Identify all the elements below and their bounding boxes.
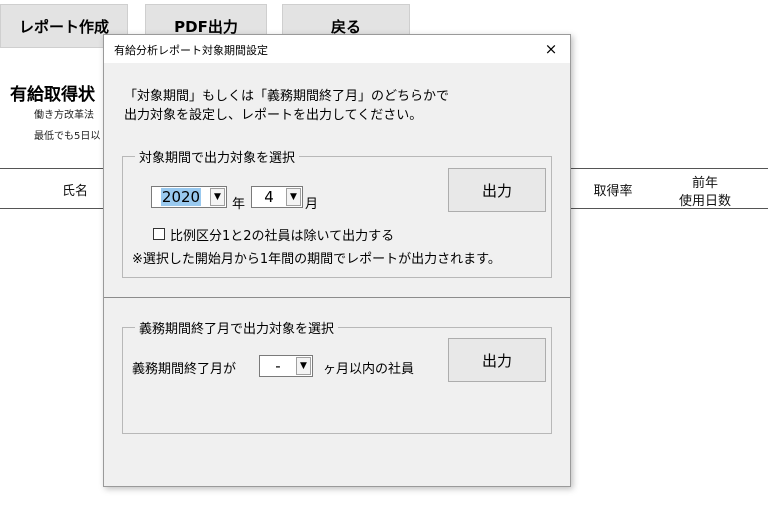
months-dropdown[interactable]: - ▼ [259, 355, 313, 377]
section-separator [104, 297, 570, 298]
column-header-prev-line2: 使用日数 [678, 194, 731, 209]
chevron-down-icon[interactable]: ▼ [210, 188, 225, 206]
sheet-note-1: 働き方改革法 [34, 110, 94, 121]
period-note: ※選択した開始月から1年間の期間でレポートが出力されます。 [132, 252, 501, 267]
dialog-title: 有給分析レポート対象期間設定 [114, 44, 268, 57]
sheet-note-2: 最低でも5日以 [34, 131, 101, 142]
month-value: 4 [264, 188, 274, 206]
month-unit: 月 [305, 197, 319, 212]
period-groupbox: 対象期間で出力対象を選択 2020 ▼ 年 4 ▼ 月 出力 比例区分1と2の社… [122, 147, 552, 278]
column-header-name: 氏名 [61, 184, 88, 199]
period-settings-dialog: 有給分析レポート対象期間設定 × 「対象期間」もしくは「義務期間終了月」のどちら… [103, 34, 571, 487]
months-value: - [275, 357, 281, 375]
year-unit: 年 [232, 197, 246, 212]
year-value: 2020 [160, 188, 202, 206]
period-group-label: 対象期間で出力対象を選択 [135, 147, 300, 166]
deadline-group-label: 義務期間終了月で出力対象を選択 [135, 318, 339, 337]
period-output-button[interactable]: 出力 [448, 168, 546, 212]
deadline-groupbox: 義務期間終了月で出力対象を選択 義務期間終了月が - ▼ ヶ月以内の社員 出力 [122, 318, 552, 434]
deadline-suffix-label: ヶ月以内の社員 [323, 362, 415, 377]
chevron-down-icon[interactable]: ▼ [296, 357, 311, 375]
month-dropdown[interactable]: 4 ▼ [251, 186, 303, 208]
exclude-checkbox[interactable] [153, 228, 165, 240]
dialog-titlebar[interactable]: 有給分析レポート対象期間設定 × [104, 35, 570, 63]
sheet-title: 有給取得状 [10, 85, 95, 105]
intro-line-2: 出力対象を設定し、レポートを出力してください。 [124, 108, 423, 123]
deadline-output-button[interactable]: 出力 [448, 338, 546, 382]
chevron-down-icon[interactable]: ▼ [286, 188, 301, 206]
intro-line-1: 「対象期間」もしくは「義務期間終了月」のどちらかで [124, 89, 450, 104]
column-header-rate: 取得率 [593, 184, 633, 199]
exclude-checkbox-label: 比例区分1と2の社員は除いて出力する [170, 229, 395, 244]
deadline-prefix-label: 義務期間終了月が [132, 362, 237, 377]
year-dropdown[interactable]: 2020 ▼ [151, 186, 227, 208]
column-header-prev-line1: 前年 [691, 176, 718, 191]
close-icon[interactable]: × [540, 38, 562, 60]
